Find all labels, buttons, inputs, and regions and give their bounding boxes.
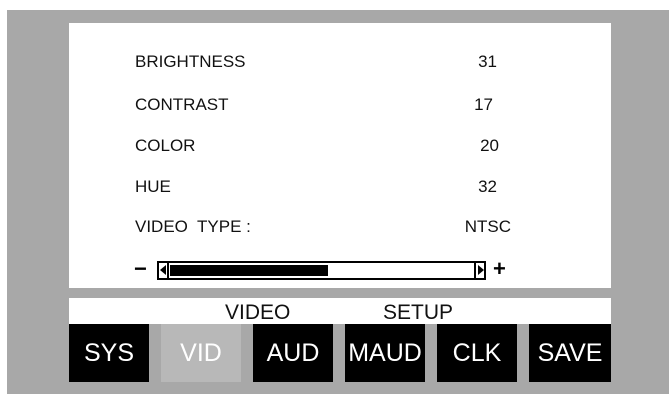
brightness-label: BRIGHTNESS <box>135 52 246 71</box>
tab-vid[interactable]: VID <box>161 324 241 382</box>
brightness-value[interactable]: 31 <box>417 52 497 72</box>
tab-sys[interactable]: SYS <box>69 324 149 382</box>
level-slider[interactable] <box>157 261 486 280</box>
tab-save[interactable]: SAVE <box>529 324 611 382</box>
video-type-value[interactable]: NTSC <box>431 217 511 237</box>
contrast-value[interactable]: 17 <box>413 95 493 115</box>
video-type-label: VIDEO TYPE : <box>135 217 251 236</box>
hue-label: HUE <box>135 177 171 196</box>
color-value[interactable]: 20 <box>419 136 499 156</box>
hue-value[interactable]: 32 <box>417 177 497 197</box>
tab-clk[interactable]: CLK <box>437 324 517 382</box>
contrast-label: CONTRAST <box>135 95 229 114</box>
tab-maud[interactable]: MAUD <box>345 324 425 382</box>
menu-title-setup: SETUP <box>383 301 454 324</box>
slider-left-arrow-icon[interactable] <box>159 262 169 279</box>
color-label: COLOR <box>135 136 196 155</box>
tab-aud[interactable]: AUD <box>253 324 333 382</box>
slider-decrease-icon[interactable]: − <box>134 258 147 280</box>
slider-fill <box>170 265 328 276</box>
slider-increase-icon[interactable]: + <box>493 258 506 280</box>
menu-title-video: VIDEO <box>225 301 291 324</box>
slider-right-arrow-icon[interactable] <box>474 262 484 279</box>
menu-title-bar <box>69 298 611 324</box>
